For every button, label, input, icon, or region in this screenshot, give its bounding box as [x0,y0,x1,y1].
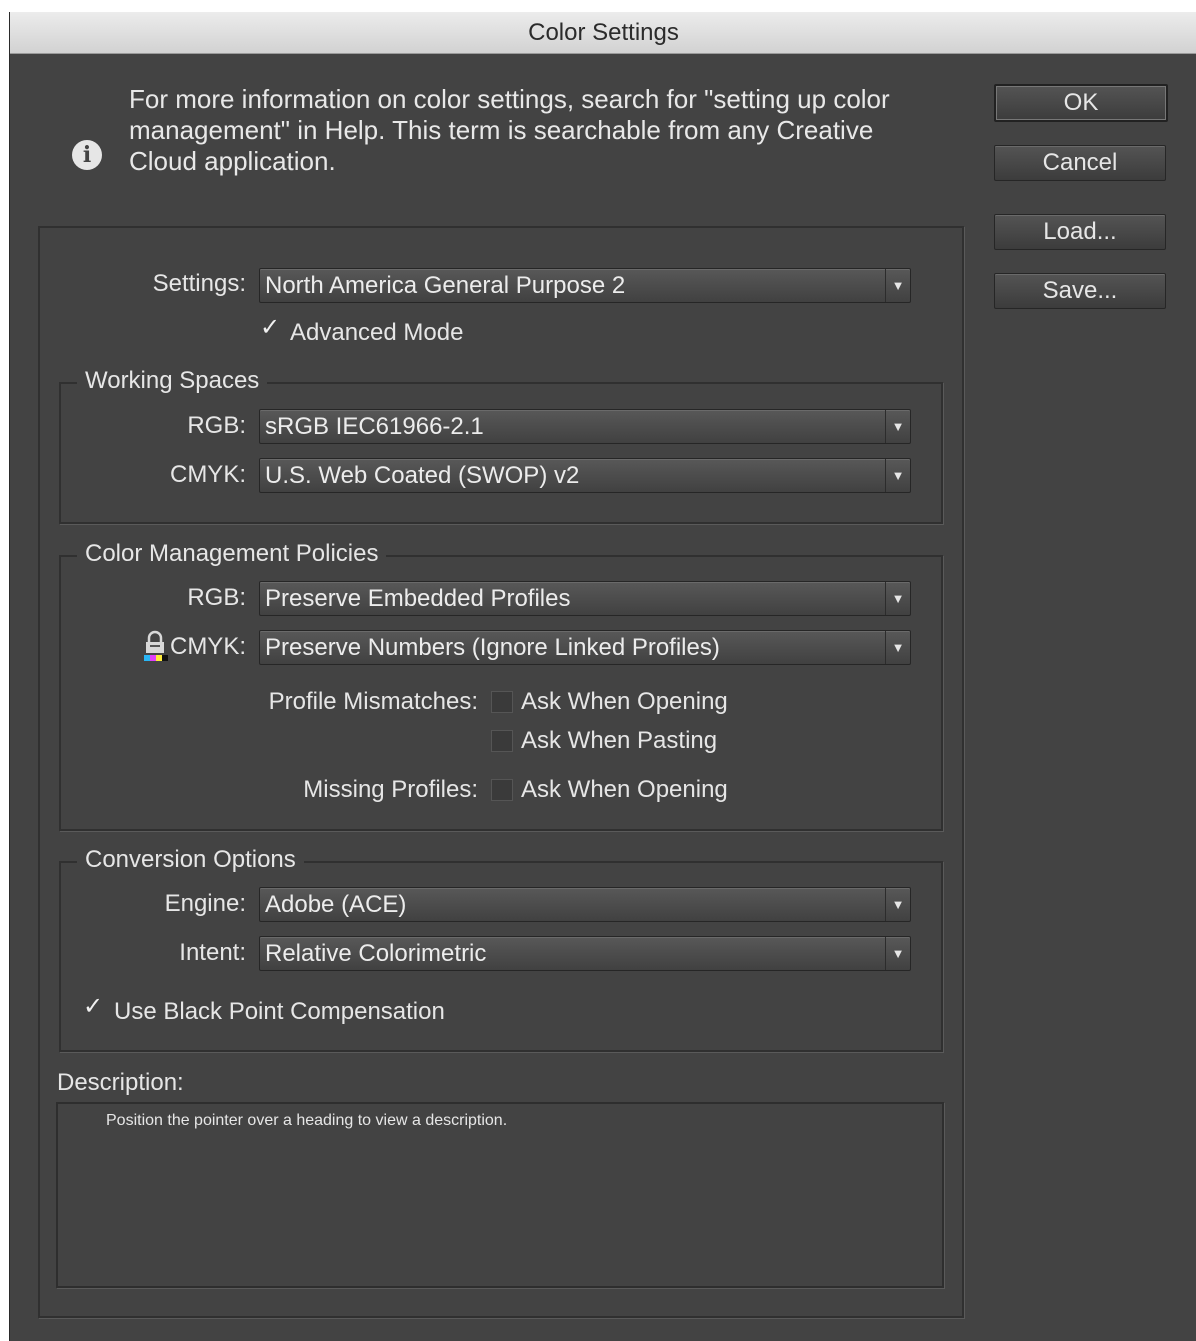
ws-cmyk-label: CMYK: [169,461,246,488]
policy-rgb-value: Preserve Embedded Profiles [265,585,571,612]
policy-rgb-label: RGB: [187,584,246,611]
mismatch-ask-opening-checkbox[interactable] [491,691,513,713]
engine-value: Adobe (ACE) [265,891,407,918]
black-point-label: Use Black Point Compensation [114,998,445,1025]
mismatch-ask-pasting-checkbox[interactable] [491,730,513,752]
info-message: For more information on color settings, … [129,84,979,177]
color-settings-dialog: Color Settings i For more information on… [9,12,1196,1341]
ws-cmyk-value: U.S. Web Coated (SWOP) v2 [265,462,580,489]
engine-select[interactable]: Adobe (ACE) ▼ [259,887,911,922]
load-button[interactable]: Load... [994,214,1166,250]
policy-rgb-select[interactable]: Preserve Embedded Profiles ▼ [259,581,911,616]
ok-button[interactable]: OK [994,84,1168,122]
missing-ask-opening-checkbox[interactable] [491,779,513,801]
dropdown-arrow-icon: ▼ [885,937,910,970]
description-label: Description: [57,1069,184,1096]
advanced-mode-checkbox[interactable]: ✓ [260,316,280,340]
missing-profiles-label: Missing Profiles: [303,776,478,803]
engine-label: Engine: [164,890,246,917]
description-box: Position the pointer over a heading to v… [56,1102,944,1288]
mismatch-ask-pasting-label: Ask When Pasting [521,727,718,754]
ws-rgb-value: sRGB IEC61966-2.1 [265,413,484,440]
ws-rgb-select[interactable]: sRGB IEC61966-2.1 ▼ [259,409,911,444]
ws-cmyk-select[interactable]: U.S. Web Coated (SWOP) v2 ▼ [259,458,911,493]
intent-label: Intent: [179,939,246,966]
info-line-3: Cloud application. [129,146,336,176]
dropdown-arrow-icon: ▼ [885,459,910,492]
cancel-button[interactable]: Cancel [994,145,1166,181]
settings-value: North America General Purpose 2 [265,272,626,299]
black-point-checkbox[interactable]: ✓ [83,995,103,1019]
dropdown-arrow-icon: ▼ [885,410,910,443]
policy-cmyk-label: CMYK: [169,633,246,660]
policy-cmyk-select[interactable]: Preserve Numbers (Ignore Linked Profiles… [259,630,911,665]
profile-mismatches-label: Profile Mismatches: [268,688,478,715]
dropdown-arrow-icon: ▼ [885,269,910,302]
missing-ask-opening-label: Ask When Opening [521,776,728,803]
intent-value: Relative Colorimetric [265,940,487,967]
intent-select[interactable]: Relative Colorimetric ▼ [259,936,911,971]
ws-rgb-label: RGB: [187,412,246,439]
settings-label: Settings: [152,270,246,297]
save-button[interactable]: Save... [994,273,1166,309]
info-line-1: For more information on color settings, … [129,84,890,114]
mismatch-ask-opening-label: Ask When Opening [521,688,728,715]
dropdown-arrow-icon: ▼ [885,631,910,664]
dropdown-arrow-icon: ▼ [885,888,910,921]
settings-select[interactable]: North America General Purpose 2 ▼ [259,268,911,303]
policy-cmyk-value: Preserve Numbers (Ignore Linked Profiles… [265,634,720,661]
info-line-2: management" in Help. This term is search… [129,115,874,145]
dropdown-arrow-icon: ▼ [885,582,910,615]
advanced-mode-label: Advanced Mode [290,319,464,346]
window-title: Color Settings [10,12,1196,54]
description-text: Position the pointer over a heading to v… [106,1112,508,1129]
policies-title: Color Management Policies [77,540,387,568]
working-spaces-title: Working Spaces [77,367,268,395]
conversion-title: Conversion Options [77,846,304,874]
working-spaces-group: Working Spaces [59,367,943,524]
info-icon: i [72,140,102,170]
